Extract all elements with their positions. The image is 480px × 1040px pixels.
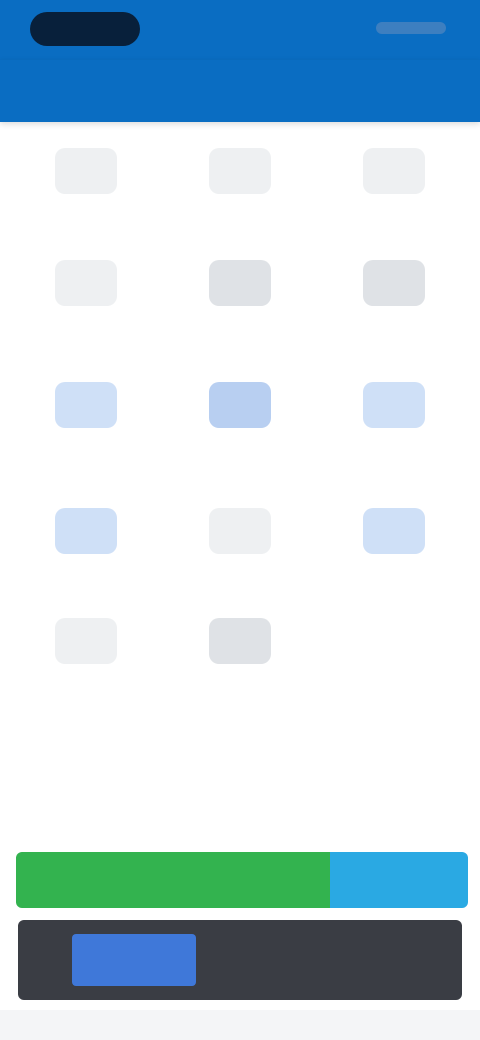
- briefcase-icon: [209, 260, 271, 306]
- calendar-icon: [363, 260, 425, 306]
- status-icons: [376, 22, 446, 34]
- feature-tile[interactable]: [160, 600, 320, 715]
- document-icon: [55, 148, 117, 194]
- status-time-pill: [30, 12, 140, 46]
- secondary-action-button[interactable]: [330, 852, 468, 908]
- tag-icon: [363, 382, 425, 428]
- feature-tile[interactable]: [314, 364, 474, 479]
- feature-tile[interactable]: [6, 130, 166, 245]
- primary-action-button[interactable]: [16, 852, 330, 908]
- app-header: [0, 60, 480, 122]
- promo-banner: [18, 920, 462, 1000]
- status-bar: [0, 0, 480, 60]
- feature-tile[interactable]: [314, 242, 474, 357]
- settings-icon: [55, 618, 117, 664]
- promo-button[interactable]: [72, 934, 196, 986]
- location-icon: [363, 508, 425, 554]
- feature-tile[interactable]: [6, 600, 166, 715]
- feature-tile[interactable]: [160, 364, 320, 479]
- mail-icon: [55, 382, 117, 428]
- folder-icon: [209, 382, 271, 428]
- phone-icon: [209, 618, 271, 664]
- document-icon: [209, 148, 271, 194]
- footer-info: [16, 792, 464, 840]
- feature-tile[interactable]: [6, 242, 166, 357]
- file-icon: [55, 508, 117, 554]
- document-icon: [363, 148, 425, 194]
- feature-tile[interactable]: [314, 130, 474, 245]
- feature-tile[interactable]: [314, 490, 474, 605]
- user-icon: [209, 508, 271, 554]
- feature-tile[interactable]: [160, 130, 320, 245]
- action-bar: [16, 852, 468, 908]
- home-indicator: [0, 1010, 480, 1040]
- feature-tile[interactable]: [160, 242, 320, 357]
- feature-tile[interactable]: [6, 490, 166, 605]
- feature-tile[interactable]: [6, 364, 166, 479]
- feature-tile[interactable]: [160, 490, 320, 605]
- chart-icon: [55, 260, 117, 306]
